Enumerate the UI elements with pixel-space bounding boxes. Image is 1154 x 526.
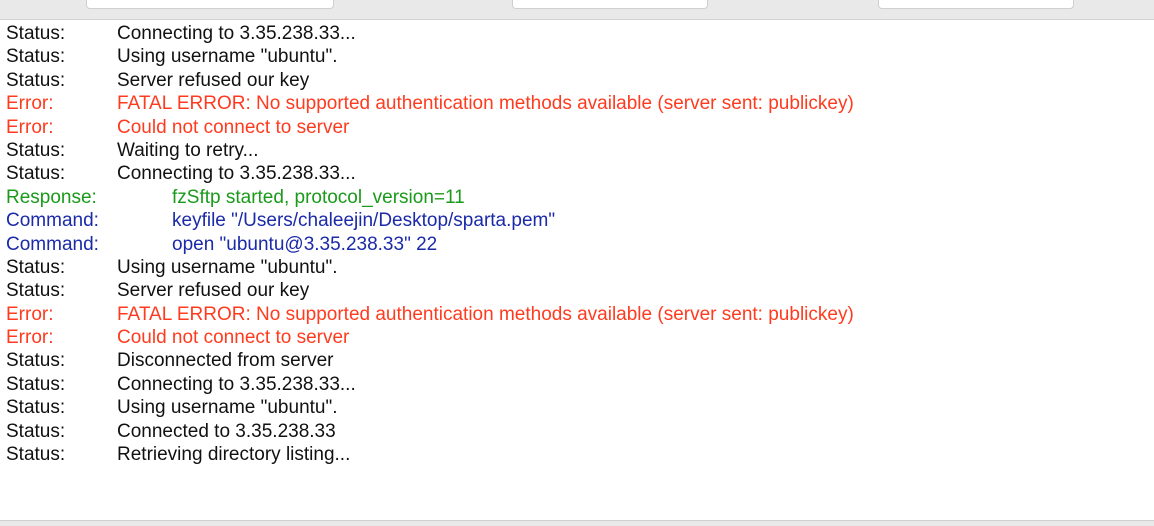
log-line-status[interactable]: Status: Using username "ubuntu". — [0, 45, 1154, 68]
log-type-label: Status: — [6, 69, 66, 91]
log-message-text: open "ubuntu@3.35.238.33" 22 — [172, 233, 438, 255]
log-type-label: Status: — [6, 46, 66, 68]
log-type-label: Status: — [6, 373, 66, 395]
log-message-text: Using username "ubuntu". — [117, 46, 338, 68]
log-message-text: Could not connect to server — [117, 327, 350, 349]
log-type-label: Status: — [6, 397, 66, 419]
log-line-status[interactable]: Status: Server refused our key — [0, 279, 1154, 302]
log-message-text: Connected to 3.35.238.33 — [117, 420, 336, 442]
quickconnect-bar — [0, 0, 1154, 20]
log-type-label: Status: — [6, 23, 66, 44]
log-type-label: Error: — [6, 303, 54, 325]
log-message-text: Waiting to retry... — [117, 139, 259, 161]
log-type-label: Error: — [6, 327, 54, 349]
log-message-text: Server refused our key — [117, 280, 310, 302]
log-message-text: Server refused our key — [117, 69, 310, 91]
log-type-label: Status: — [6, 280, 66, 302]
log-type-label: Status: — [6, 444, 66, 466]
log-line-status[interactable]: Status: Disconnected from server — [0, 349, 1154, 372]
log-type-label: Status: — [6, 139, 66, 161]
log-message-text: Connecting to 3.35.238.33... — [117, 23, 356, 44]
log-type-label: Response: — [6, 186, 97, 208]
log-line-error[interactable]: Error: Could not connect to server — [0, 116, 1154, 139]
log-line-error[interactable]: Error: Could not connect to server — [0, 326, 1154, 349]
username-field[interactable] — [512, 0, 708, 9]
message-log-list: Status: Connecting to 3.35.238.33... Statu… — [0, 22, 1154, 466]
log-type-label: Status: — [6, 350, 66, 372]
log-message-text: Could not connect to server — [117, 116, 350, 138]
message-log[interactable]: Status: Connecting to 3.35.238.33... Statu… — [0, 22, 1154, 520]
log-message-text: FATAL ERROR: No supported authentication… — [117, 303, 854, 325]
log-line-error[interactable]: Error: FATAL ERROR: No supported authenti… — [0, 92, 1154, 115]
log-type-label: Status: — [6, 420, 66, 442]
log-message-text: Connecting to 3.35.238.33... — [117, 163, 356, 185]
log-line-status[interactable]: Status: Connecting to 3.35.238.33... — [0, 162, 1154, 185]
log-line-status[interactable]: Status: Retrieving directory listing... — [0, 443, 1154, 466]
log-type-label: Status: — [6, 256, 66, 278]
log-line-command[interactable]: Command: keyfile "/Users/chaleejin/Deskto… — [0, 209, 1154, 232]
log-message-text: keyfile "/Users/chaleejin/Desktop/sparta… — [172, 210, 556, 232]
log-message-text: fzSftp started, protocol_version=11 — [172, 186, 465, 208]
log-type-label: Error: — [6, 93, 54, 115]
log-line-command[interactable]: Command: open "ubuntu@3.35.238.33" 22 — [0, 233, 1154, 256]
log-line-status[interactable]: Status: Using username "ubuntu". — [0, 256, 1154, 279]
host-field[interactable] — [86, 0, 334, 9]
log-type-label: Command: — [6, 233, 99, 255]
log-message-text: Connecting to 3.35.238.33... — [117, 373, 356, 395]
log-message-text: Disconnected from server — [117, 350, 334, 372]
log-line-status[interactable]: Status: Server refused our key — [0, 69, 1154, 92]
log-line-status[interactable]: Status: Using username "ubuntu". — [0, 396, 1154, 419]
log-message-text: Using username "ubuntu". — [117, 256, 338, 278]
log-line-response[interactable]: Response: fzSftp started, protocol_versio… — [0, 186, 1154, 209]
pane-splitter[interactable] — [0, 520, 1154, 526]
log-line-status[interactable]: Status: Connecting to 3.35.238.33... — [0, 373, 1154, 396]
log-line-status[interactable]: Status: Connecting to 3.35.238.33... — [0, 22, 1154, 45]
log-line-error[interactable]: Error: FATAL ERROR: No supported authenti… — [0, 303, 1154, 326]
log-type-label: Status: — [6, 163, 66, 185]
port-field[interactable] — [878, 0, 1074, 9]
log-message-text: Retrieving directory listing... — [117, 444, 351, 466]
log-line-status[interactable]: Status: Waiting to retry... — [0, 139, 1154, 162]
log-line-status[interactable]: Status: Connected to 3.35.238.33 — [0, 420, 1154, 443]
log-type-label: Command: — [6, 210, 99, 232]
log-message-text: FATAL ERROR: No supported authentication… — [117, 93, 854, 115]
log-message-text: Using username "ubuntu". — [117, 397, 338, 419]
log-type-label: Error: — [6, 116, 54, 138]
